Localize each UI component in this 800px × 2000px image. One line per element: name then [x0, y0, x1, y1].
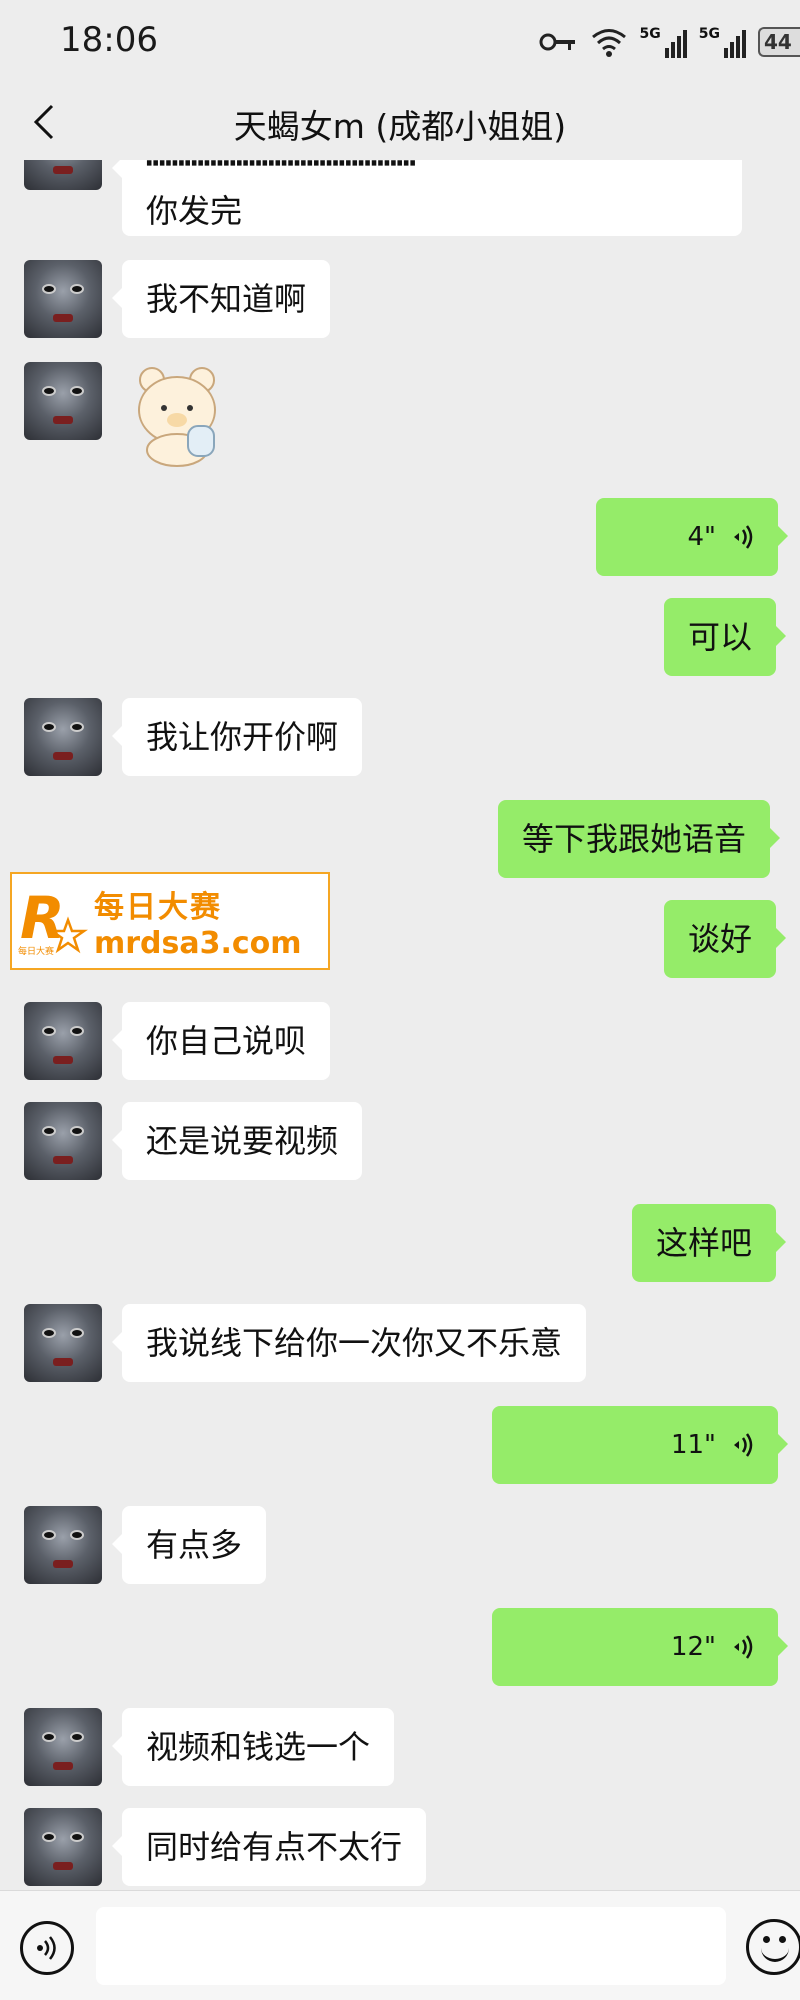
message-text: 可以 [688, 618, 753, 656]
contact-avatar[interactable] [24, 1808, 102, 1886]
contact-avatar[interactable] [24, 1506, 102, 1584]
message-text: 你发完 [146, 192, 243, 230]
clock: 18:06 [60, 20, 158, 60]
bear-sticker[interactable] [130, 360, 230, 470]
message-text: 等下我跟她语音 [522, 820, 747, 858]
svg-text:每日大赛: 每日大赛 [18, 945, 54, 957]
contact-avatar[interactable] [24, 1002, 102, 1080]
message-text: 我说线下给你一次你又不乐意 [146, 1324, 563, 1362]
voice-message[interactable]: 11" [492, 1406, 788, 1484]
input-bar [0, 1890, 800, 2000]
message-bubble[interactable]: 我让你开价啊 [111, 698, 363, 776]
voice-wave-icon [734, 525, 753, 549]
message-text: 这样吧 [656, 1224, 753, 1262]
voice-icon [37, 1936, 56, 1960]
voice-message[interactable]: 4" [596, 498, 788, 576]
message-bubble[interactable]: 我说线下给你一次你又不乐意 [111, 1304, 587, 1382]
voice-wave-icon [734, 1433, 753, 1457]
emoji-button[interactable] [746, 1919, 800, 1975]
watermark-banner: R 每日大赛 每日大赛 mrdsa3.com [10, 872, 330, 970]
chevron-left-icon [33, 104, 54, 140]
signal-icon-2: 5G [699, 26, 746, 58]
signal-icon-1: 5G [640, 26, 687, 58]
message-bubble[interactable]: 这样吧 [632, 1204, 787, 1282]
svg-text:R: R [20, 884, 65, 952]
back-button[interactable] [22, 100, 66, 144]
message-bubble[interactable]: ┅┅┅┅┅┅┅┅┅┅┅┅┅┅ 你发完 [112, 160, 742, 236]
watermark-logo: R 每日大赛 [12, 876, 92, 966]
message-bubble[interactable]: 我不知道啊 [111, 260, 331, 338]
message-text: 有点多 [146, 1526, 243, 1564]
message-text: 视频和钱选一个 [146, 1728, 371, 1766]
message-text: 同时给有点不太行 [146, 1828, 403, 1866]
message-bubble[interactable]: 可以 [664, 598, 787, 676]
contact-avatar[interactable] [24, 1102, 102, 1180]
bear-icon [138, 367, 216, 467]
message-text: 我不知道啊 [146, 280, 307, 318]
message-bubble[interactable]: 你自己说呗 [111, 1002, 331, 1080]
status-icons: 5G 5G 44 [538, 22, 800, 62]
wifi-icon [591, 29, 626, 57]
voice-message[interactable]: 12" [492, 1608, 788, 1686]
message-bubble[interactable]: 同时给有点不太行 [111, 1808, 427, 1886]
key-icon [539, 33, 575, 51]
voice-wave-icon [734, 1635, 753, 1659]
contact-avatar[interactable] [24, 698, 102, 776]
message-list[interactable]: ┅┅┅┅┅┅┅┅┅┅┅┅┅┅ 你发完 我不知道啊 4" 可以 我让你开价啊 等下… [0, 160, 800, 1890]
voice-duration: 4" [687, 522, 716, 552]
contact-avatar[interactable] [24, 1708, 102, 1786]
message-text: 还是说要视频 [146, 1122, 339, 1160]
message-text: 我让你开价啊 [146, 718, 339, 756]
message-bubble[interactable]: 有点多 [111, 1506, 267, 1584]
message-bubble[interactable]: 谈好 [664, 900, 787, 978]
contact-avatar[interactable] [24, 260, 102, 338]
contact-avatar[interactable] [24, 160, 102, 190]
contact-avatar[interactable] [24, 362, 102, 440]
message-text: 谈好 [688, 920, 753, 958]
watermark-url: mrdsa3.com [94, 925, 302, 961]
message-bubble[interactable]: 还是说要视频 [111, 1102, 363, 1180]
chat-header: 天蝎女m (成都小姐姐) [0, 80, 800, 164]
watermark-title: 每日大赛 [94, 889, 222, 925]
voice-duration: 11" [670, 1430, 716, 1460]
voice-input-button[interactable] [20, 1921, 74, 1975]
chat-title: 天蝎女m (成都小姐姐) [233, 107, 567, 146]
message-bubble[interactable]: 视频和钱选一个 [111, 1708, 395, 1786]
contact-avatar[interactable] [24, 1304, 102, 1382]
message-text: 你自己说呗 [146, 1022, 307, 1060]
message-input[interactable] [96, 1907, 726, 1985]
status-bar: 18:06 5G 5G 44 [0, 0, 800, 80]
battery-icon: 44 [758, 27, 800, 57]
message-bubble[interactable]: 等下我跟她语音 [498, 800, 781, 878]
voice-duration: 12" [670, 1632, 716, 1662]
